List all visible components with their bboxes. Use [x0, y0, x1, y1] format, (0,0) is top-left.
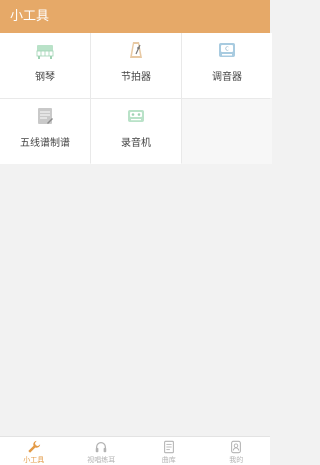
- wrench-icon: [28, 440, 40, 453]
- page-title: 小工具: [10, 9, 50, 24]
- svg-text:C: C: [225, 47, 229, 53]
- recorder-icon: [128, 110, 144, 122]
- tool-label: 五线谱制谱: [20, 138, 70, 149]
- tab-tools[interactable]: 小工具: [0, 437, 68, 465]
- tool-recorder[interactable]: 录音机: [91, 99, 181, 164]
- tool-piano[interactable]: 钢琴: [0, 33, 90, 98]
- tab-library[interactable]: 曲库: [135, 437, 203, 465]
- headphones-icon: [96, 442, 107, 453]
- profile-icon: [231, 440, 242, 454]
- tab-ear-training[interactable]: 视唱练耳: [68, 437, 136, 465]
- tool-tuner[interactable]: C 调音器: [182, 33, 272, 98]
- tab-profile[interactable]: 我的: [203, 437, 271, 465]
- tab-label: 小工具: [23, 456, 45, 464]
- tools-grid: 钢琴 节拍器 C 调音器 五线谱制谱 录音机: [0, 33, 272, 164]
- tab-label: 我的: [229, 456, 244, 464]
- tool-label: 节拍器: [121, 72, 151, 83]
- tool-metronome[interactable]: 节拍器: [91, 33, 181, 98]
- tab-label: 曲库: [161, 456, 176, 464]
- tool-label: 录音机: [121, 138, 151, 149]
- tool-staff-notation[interactable]: 五线谱制谱: [0, 99, 90, 164]
- tool-label: 调音器: [212, 72, 242, 83]
- metronome-icon: [130, 42, 142, 58]
- app-header: 小工具: [0, 0, 270, 33]
- tab-label: 视唱练耳: [87, 456, 116, 464]
- piano-icon: [36, 45, 54, 59]
- bottom-tab-bar: 小工具 视唱练耳 曲库 我的: [0, 436, 270, 465]
- tuner-icon: C: [219, 43, 235, 57]
- tool-label: 钢琴: [35, 72, 55, 83]
- staff-notation-icon: [38, 108, 53, 124]
- empty-cell: [182, 99, 272, 164]
- sheet-music-icon: [163, 440, 174, 454]
